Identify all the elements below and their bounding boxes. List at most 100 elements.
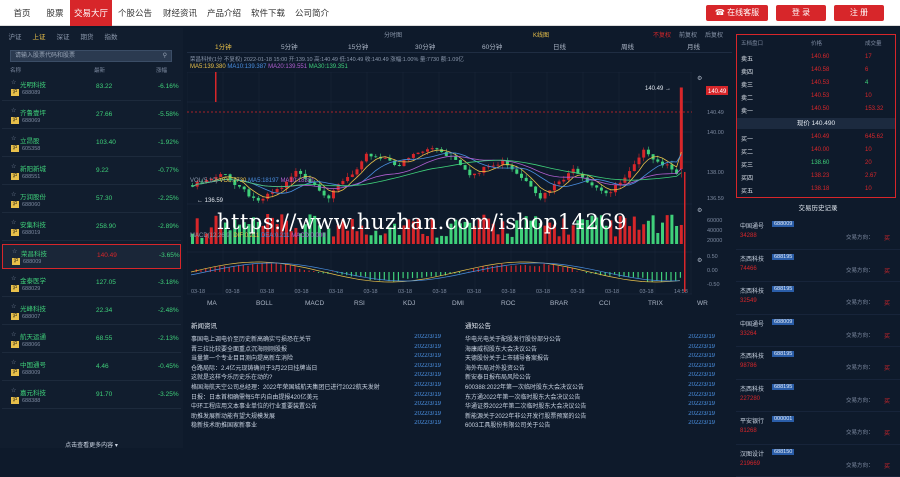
news-item-title[interactable]: 当量第一个专业目目测向提高新车消险 [191, 353, 381, 362]
news-item[interactable]: 稳新技术助推国家新事业2022/3/19 [191, 420, 441, 430]
star-icon[interactable]: ☆ [11, 107, 16, 114]
stock-row[interactable]: ☆荣昌科技沪688009140.49-3.65% [2, 244, 181, 269]
news-item-title[interactable]: 海康威视股东大会决议公告 [465, 344, 655, 353]
news-item[interactable]: 仓路局际：2.4亿元现铸确间于3月22日挂牌当日2022/3/19 [191, 363, 441, 373]
star-icon[interactable]: ☆ [11, 331, 16, 338]
news-item-title[interactable]: 华通证券2022年第二次临时股东大会决议公告 [465, 401, 655, 410]
indicator-tab[interactable]: CCI [599, 300, 610, 307]
search-icon[interactable]: ⚲ [163, 51, 167, 61]
star-icon[interactable]: ☆ [11, 191, 16, 198]
news-item[interactable]: 晋三拉比较要全面重点沉海刚刚股报2022/3/19 [191, 344, 441, 354]
bid-row[interactable]: 买二140.0010 [741, 146, 893, 157]
news-item[interactable]: 天德股份关于上市辅导备案报告2022/3/19 [465, 353, 715, 363]
history-row[interactable]: 中国通号68800933264交易方向：买 [736, 315, 900, 348]
history-row[interactable]: 杰西科技68819574466交易方向：买 [736, 250, 900, 283]
news-item-title[interactable]: 中环工程应用文本事业单位的行业重要装置公告 [191, 401, 381, 410]
star-icon[interactable]: ☆ [11, 79, 16, 86]
tab-5min[interactable]: 5分钟 [281, 41, 298, 51]
stock-row[interactable]: ☆光峰科技沪68800722.34-2.48% [2, 300, 181, 325]
news-item-title[interactable]: 新安泰日报布局风险公告 [465, 372, 655, 381]
stock-row[interactable]: ☆新阳新城沪6885519.22-0.77% [2, 160, 181, 185]
news-item[interactable]: 600388:2022年第一次临时股东大会决议公告2022/3/19 [465, 382, 715, 392]
nav-products[interactable]: 产品介绍 [202, 0, 246, 26]
tab-forward-adjust[interactable]: 前复权 [679, 30, 697, 39]
indicator-tab[interactable]: RSI [354, 300, 365, 307]
bid-row[interactable]: 买五138.1810 [741, 185, 893, 196]
nav-announcements[interactable]: 个股公告 [112, 0, 158, 26]
register-button[interactable]: 注 册 [834, 5, 884, 21]
stock-row[interactable]: ☆立昂股沪605358103.40-1.92% [2, 132, 181, 157]
nav-finance-news[interactable]: 财经资讯 [158, 0, 202, 26]
news-item-title[interactable]: 新能源关于2022年非公开发行股票预案的公告 [465, 411, 655, 420]
indicator-tab[interactable]: MACD [305, 300, 324, 307]
news-item-title[interactable]: 6003工具股份有限公司关于公告 [465, 420, 655, 429]
stock-row[interactable]: ☆金泰医学沪688029127.05-3.18% [2, 272, 181, 297]
news-item-title[interactable]: 天德股份关于上市辅导备案报告 [465, 353, 655, 362]
news-item[interactable]: 东方通2022年第一次临时股东大会决议公告2022/3/19 [465, 392, 715, 402]
news-item-title[interactable]: 日报：日本首相确需每5年内自由提报420亿美元 [191, 392, 381, 401]
indicator-tab[interactable]: BRAR [550, 300, 568, 307]
news-item-title[interactable]: 海外布局对外投资公告 [465, 363, 655, 372]
login-button[interactable]: 登 录 [776, 5, 826, 21]
star-icon[interactable]: ☆ [11, 303, 16, 310]
ask-row[interactable]: 卖五140.6017 [741, 53, 893, 64]
tab-no-adjust[interactable]: 不复权 [653, 30, 671, 39]
news-item-title[interactable]: 晋三拉比较要全面重点沉海刚刚股报 [191, 344, 381, 353]
indicator-tab[interactable]: ROC [501, 300, 515, 307]
news-item[interactable]: 新能源关于2022年非公开发行股票预案的公告2022/3/19 [465, 411, 715, 421]
tab-timeshare[interactable]: 分时图 [384, 30, 402, 39]
tab-market-3[interactable]: 期货 [76, 32, 98, 44]
tab-back-adjust[interactable]: 后复权 [705, 30, 723, 39]
news-item[interactable]: 事国电上调电价至历史新高确实亏损恐在关节2022/3/19 [191, 334, 441, 344]
settings-icon[interactable]: ⚙ [697, 257, 702, 264]
news-item[interactable]: 助推发展新动能有望大规模发展2022/3/19 [191, 411, 441, 421]
news-item[interactable]: 当量第一个专业目目测向提高新车消险2022/3/19 [191, 353, 441, 363]
news-item[interactable]: 海外布局对外投资公告2022/3/19 [465, 363, 715, 373]
tab-30min[interactable]: 30分钟 [415, 41, 435, 51]
news-item[interactable]: 格国海航天空公司总经理：2022年荣国城航天集团已进行2022航天发射2022/… [191, 382, 441, 392]
news-item[interactable]: 华通证券2022年第二次临时股东大会决议公告2022/3/19 [465, 401, 715, 411]
news-item-title[interactable]: 东方通2022年第一次临时股东大会决议公告 [465, 392, 655, 401]
settings-icon[interactable]: ⚙ [697, 207, 702, 214]
history-row[interactable]: 中国通号68800934288交易方向：买 [736, 217, 900, 250]
tab-15min[interactable]: 15分钟 [348, 41, 368, 51]
stock-row[interactable]: ☆航天运通沪68806668.55-2.13% [2, 328, 181, 353]
indicator-tab[interactable]: BOLL [256, 300, 273, 307]
nav-about[interactable]: 公司简介 [290, 0, 334, 26]
ask-row[interactable]: 卖一140.50153.32 [741, 105, 893, 116]
news-item-title[interactable]: 稳新技术助推国家新事业 [191, 420, 381, 429]
star-icon[interactable]: ☆ [11, 387, 16, 394]
bid-row[interactable]: 买三138.6020 [741, 159, 893, 170]
tab-1min[interactable]: 1分钟 [215, 41, 232, 51]
news-item[interactable]: 华电光电关于配股发行股份部分公告2022/3/19 [465, 334, 715, 344]
history-row[interactable]: 杰西科技68819532549交易方向：买 [736, 282, 900, 315]
stock-row[interactable]: ☆嘉元科技沪68838891.70-3.25% [2, 384, 181, 409]
indicator-tab[interactable]: MA [207, 300, 217, 307]
news-item-title[interactable]: 这就是这样今乐历史乐在动的? [191, 372, 381, 381]
stock-row[interactable]: ☆中国通号沪6880094.46-0.45% [2, 356, 181, 381]
news-item-title[interactable]: 600388:2022年第一次临时股东大会决议公告 [465, 382, 655, 391]
news-item[interactable]: 海康威视股东大会决议公告2022/3/19 [465, 344, 715, 354]
news-item-title[interactable]: 华电光电关于配股发行股份部分公告 [465, 334, 655, 343]
star-icon[interactable]: ☆ [11, 359, 16, 366]
indicator-tab[interactable]: DMI [452, 300, 464, 307]
history-row[interactable]: 汉图设计688150219669交易方向：买 [736, 445, 900, 477]
tab-weekly[interactable]: 周线 [621, 41, 634, 51]
settings-icon[interactable]: ⚙ [697, 75, 702, 82]
tab-market-4[interactable]: 指数 [100, 32, 122, 44]
news-item[interactable]: 新安泰日报布局风险公告2022/3/19 [465, 372, 715, 382]
star-icon[interactable]: ☆ [11, 275, 16, 282]
news-item[interactable]: 中环工程应用文本事业单位的行业重要装置公告2022/3/19 [191, 401, 441, 411]
stock-row[interactable]: ☆齐鲁壹坪沪68806927.66-5.58% [2, 104, 181, 129]
tab-market-1[interactable]: 上证 [28, 32, 50, 44]
star-icon[interactable]: ☆ [11, 219, 16, 226]
stock-search-input[interactable]: 请输入股票代码和股票 ⚲ [10, 50, 172, 62]
history-row[interactable]: 杰西科技688195227280交易方向：买 [736, 380, 900, 413]
star-icon[interactable]: ☆ [12, 248, 17, 255]
nav-software[interactable]: 软件下载 [246, 0, 290, 26]
tab-monthly[interactable]: 月线 [687, 41, 700, 51]
news-item-title[interactable]: 仓路局际：2.4亿元现铸确间于3月22日挂牌当日 [191, 363, 381, 372]
ask-row[interactable]: 卖四140.586 [741, 66, 893, 77]
load-more-button[interactable]: 点击查看更多内容 ▾ [2, 440, 181, 450]
ask-row[interactable]: 卖三140.534 [741, 79, 893, 90]
